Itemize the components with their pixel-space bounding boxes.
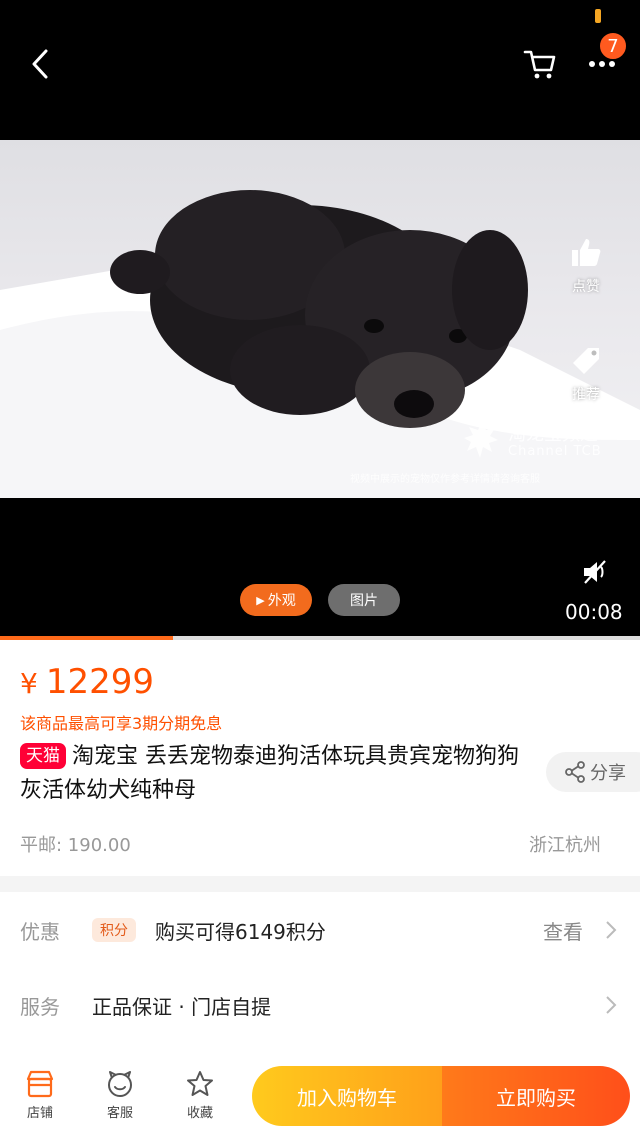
chevron-left-icon	[32, 49, 48, 79]
cart-button[interactable]	[518, 42, 562, 86]
shopping-cart-icon	[523, 50, 556, 79]
price-value: 12299	[45, 662, 154, 702]
product-price: ¥12299	[20, 662, 154, 702]
video-time: 00:08	[565, 600, 623, 624]
view-promotion-link[interactable]: 查看	[543, 916, 583, 945]
video-frame[interactable]: 点赞 推荐 淘宠宝频道 Channel TCB 视频中展示的宠物仅作参考详情请咨…	[0, 140, 640, 498]
status-indicator	[595, 9, 601, 23]
tag-icon	[573, 348, 599, 374]
share-label: 分享	[590, 763, 626, 784]
watermark-subtitle: Channel TCB	[508, 444, 602, 459]
video-progress-bar[interactable]	[0, 636, 640, 640]
video-progress-fill	[0, 636, 173, 640]
customer-service-icon	[108, 1071, 132, 1097]
promotion-label: 优惠	[20, 920, 60, 944]
shipping-fee: 平邮: 190.00	[20, 835, 131, 856]
store-label: 店铺	[26, 1106, 53, 1121]
share-icon	[565, 761, 585, 783]
chevron-right-icon	[606, 921, 617, 939]
product-title: 天猫 淘宠宝 丢丢宠物泰迪狗活体玩具贵宾宠物狗狗灰活体幼犬纯种母	[20, 740, 520, 808]
section-divider	[0, 876, 640, 892]
favorite-label: 收藏	[186, 1106, 213, 1121]
currency-symbol: ¥	[20, 667, 38, 700]
like-button[interactable]: 点赞	[556, 236, 616, 296]
ship-from-location: 浙江杭州	[529, 835, 601, 856]
favorite-button[interactable]: 收藏	[170, 1070, 230, 1121]
product-title-text: 淘宠宝 丢丢宠物泰迪狗活体玩具贵宾宠物狗狗灰活体幼犬纯种母	[20, 744, 519, 803]
tab-photos-label: 图片	[350, 593, 378, 609]
recommend-button[interactable]: 推荐	[556, 346, 616, 404]
watermark-title: 淘宠宝频道	[508, 424, 598, 445]
store-button[interactable]: 店铺	[10, 1070, 70, 1121]
mute-button[interactable]	[580, 558, 612, 588]
more-dots-icon	[589, 61, 615, 67]
chevron-right-icon	[606, 996, 617, 1014]
add-to-cart-button[interactable]: 加入购物车	[252, 1066, 442, 1126]
installment-note: 该商品最高可享3期分期免息	[20, 714, 223, 733]
speaker-muted-icon	[584, 560, 606, 584]
product-video[interactable]: 7 点赞 推荐 淘宠宝频道 Channel TCB 视频中展示的宠物仅作参考详情…	[0, 0, 640, 636]
thumbs-up-icon	[572, 239, 601, 266]
tab-photos[interactable]: 图片	[328, 584, 400, 616]
notification-badge: 7	[598, 31, 628, 61]
service-label: 服务	[20, 995, 60, 1019]
recommend-label: 推荐	[572, 387, 600, 403]
star-icon	[187, 1071, 213, 1096]
tmall-badge: 天猫	[20, 743, 66, 769]
customer-service-label: 客服	[106, 1106, 133, 1121]
bottom-action-bar: 店铺 客服 收藏 加入购物车 立即购买	[0, 1058, 640, 1138]
play-icon: ▶	[256, 593, 265, 607]
service-row[interactable]: 服务 正品保证 · 门店自提	[0, 975, 640, 1035]
tab-appearance-label: 外观	[267, 593, 296, 609]
service-text: 正品保证 · 门店自提	[92, 995, 272, 1019]
channel-watermark: 淘宠宝频道 Channel TCB	[462, 418, 601, 466]
channel-logo-icon	[464, 422, 498, 458]
promotion-row[interactable]: 优惠 积分 购买可得6149积分 查看	[0, 900, 640, 960]
promotion-text: 购买可得6149积分	[155, 920, 326, 944]
points-tag: 积分	[92, 918, 136, 942]
add-to-cart-label: 加入购物车	[297, 1085, 397, 1110]
share-button[interactable]: 分享	[546, 752, 640, 792]
video-disclaimer: 视频中展示的宠物仅作参考详情请咨询客服	[350, 474, 540, 485]
buy-now-label: 立即购买	[496, 1085, 576, 1110]
customer-service-button[interactable]: 客服	[90, 1070, 150, 1121]
tab-appearance[interactable]: ▶ 外观	[240, 584, 312, 616]
like-label: 点赞	[572, 279, 600, 295]
store-icon	[26, 1070, 54, 1098]
back-button[interactable]	[18, 42, 62, 86]
buy-now-button[interactable]: 立即购买	[442, 1066, 630, 1126]
